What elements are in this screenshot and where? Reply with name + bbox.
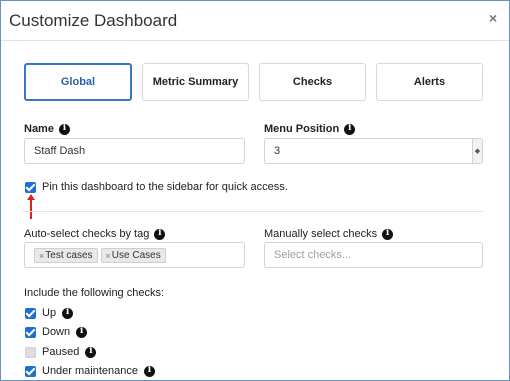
- name-label-text: Name: [24, 123, 54, 135]
- info-icon[interactable]: [382, 228, 394, 240]
- name-input[interactable]: Staff Dash: [24, 138, 245, 164]
- menu-position-label-text: Menu Position: [264, 123, 340, 135]
- tag-chip-label: Use Cases: [111, 250, 161, 261]
- include-up-label: Up: [42, 307, 57, 319]
- remove-tag-icon[interactable]: ×: [106, 251, 111, 261]
- info-icon[interactable]: [76, 326, 88, 338]
- tag-chip: × Use Cases: [100, 248, 166, 263]
- modal-title: Customize Dashboard: [9, 11, 178, 30]
- modal-header: Customize Dashboard ×: [1, 1, 509, 41]
- close-icon[interactable]: ×: [489, 10, 497, 26]
- tab-checks[interactable]: Checks: [259, 63, 366, 101]
- include-down-checkbox[interactable]: [25, 326, 36, 338]
- manual-select-label: Manually select checks: [264, 228, 394, 240]
- include-up-row[interactable]: Up: [25, 307, 74, 319]
- include-maintenance-label: Under maintenance: [42, 365, 139, 377]
- include-checks-label-text: Include the following checks:: [24, 287, 165, 299]
- include-checks-label: Include the following checks:: [24, 287, 164, 299]
- auto-select-label-text: Auto-select checks by tag: [24, 228, 150, 240]
- info-icon[interactable]: [144, 365, 156, 377]
- info-icon[interactable]: [58, 123, 70, 135]
- pin-sidebar-label: Pin this dashboard to the sidebar for qu…: [42, 181, 288, 193]
- tab-global[interactable]: Global: [24, 63, 132, 101]
- include-paused-checkbox[interactable]: [25, 346, 36, 358]
- tab-metric-summary[interactable]: Metric Summary: [142, 63, 249, 101]
- customize-dashboard-modal: Customize Dashboard × Global Metric Summ…: [0, 0, 510, 381]
- select-caret-icon[interactable]: ◆: [472, 139, 482, 163]
- info-icon[interactable]: [85, 346, 97, 358]
- manual-select-input[interactable]: Select checks...: [264, 242, 483, 268]
- remove-tag-icon[interactable]: ×: [39, 251, 44, 261]
- auto-select-label: Auto-select checks by tag: [24, 228, 166, 240]
- name-label: Name: [24, 123, 70, 135]
- tab-alerts[interactable]: Alerts: [376, 63, 483, 101]
- divider: [24, 211, 483, 212]
- pin-sidebar-checkbox-row[interactable]: Pin this dashboard to the sidebar for qu…: [25, 181, 288, 193]
- include-up-checkbox[interactable]: [25, 307, 36, 319]
- tag-chip-label: Test cases: [45, 250, 93, 261]
- info-icon[interactable]: [154, 228, 166, 240]
- include-maintenance-checkbox[interactable]: [25, 365, 36, 377]
- menu-position-label: Menu Position: [264, 123, 356, 135]
- info-icon[interactable]: [62, 307, 74, 319]
- include-paused-label: Paused: [42, 346, 80, 358]
- include-maintenance-row[interactable]: Under maintenance: [25, 365, 156, 377]
- pin-sidebar-checkbox[interactable]: [25, 181, 36, 193]
- menu-position-value: 3: [274, 145, 281, 157]
- tag-chip: × Test cases: [34, 248, 98, 263]
- auto-select-tags-input[interactable]: × Test cases × Use Cases: [24, 242, 245, 268]
- include-down-label: Down: [42, 326, 71, 338]
- manual-select-label-text: Manually select checks: [264, 228, 378, 240]
- annotation-arrow: [27, 194, 35, 219]
- info-icon[interactable]: [344, 123, 356, 135]
- include-paused-row[interactable]: Paused: [25, 346, 97, 358]
- menu-position-select[interactable]: 3 ◆: [264, 138, 483, 164]
- include-down-row[interactable]: Down: [25, 326, 88, 338]
